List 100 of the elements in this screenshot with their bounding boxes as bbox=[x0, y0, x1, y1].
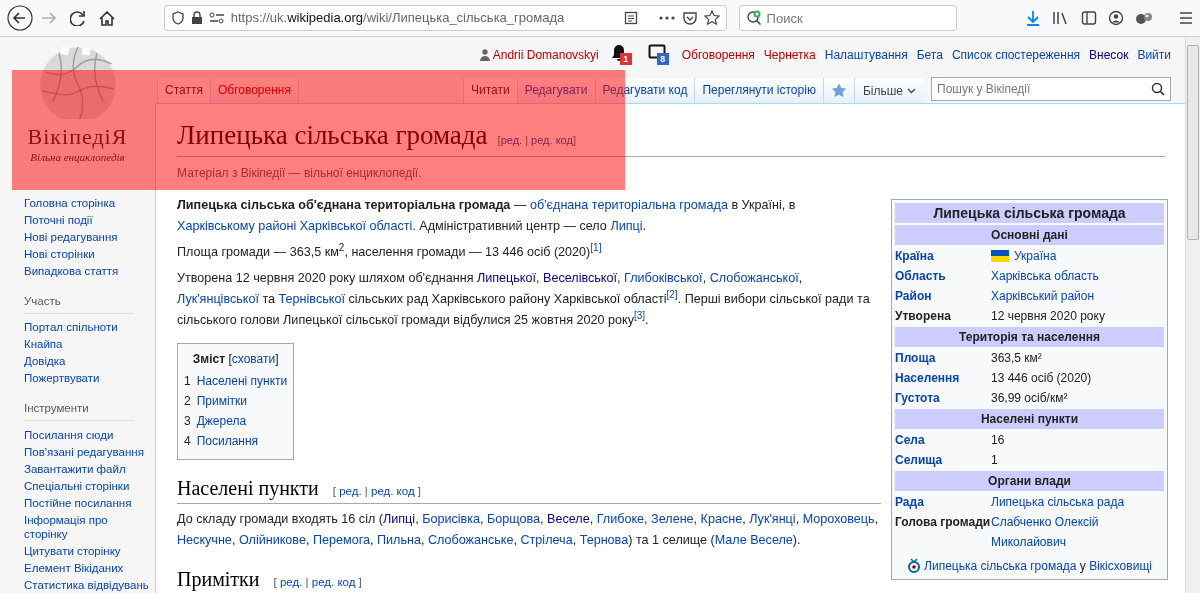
user-link[interactable]: Andrii Domanovskyi bbox=[492, 46, 599, 64]
link[interactable]: ред. bbox=[339, 485, 362, 497]
link[interactable]: ред. код bbox=[371, 485, 415, 497]
infobox-label[interactable]: Площа bbox=[895, 348, 991, 368]
extension-icon[interactable] bbox=[1135, 10, 1153, 26]
user-link[interactable]: Вийти bbox=[1137, 46, 1171, 64]
address-bar[interactable]: https://uk.wikipedia.org/wiki/Липецька_сільська_громада bbox=[163, 5, 727, 31]
link[interactable]: Липецької bbox=[476, 271, 537, 285]
back-button[interactable] bbox=[6, 5, 33, 31]
link[interactable]: Харківська область bbox=[991, 266, 1099, 286]
sidebar-link[interactable]: Нові редагування bbox=[24, 228, 150, 246]
download-icon[interactable] bbox=[1025, 10, 1041, 26]
infobox-label[interactable]: Область bbox=[895, 266, 991, 286]
toc-link[interactable]: Посилання bbox=[196, 431, 259, 451]
link[interactable]: ред. bbox=[279, 576, 303, 588]
user-link[interactable]: Бета bbox=[916, 46, 943, 64]
sidebar-link[interactable]: Головна сторінка bbox=[24, 194, 150, 212]
sidebar-link[interactable]: Елемент Вікіданих bbox=[24, 559, 150, 576]
link[interactable]: Мале Веселе bbox=[714, 533, 793, 547]
logo-wordmark[interactable]: ВікіпедіЯ bbox=[27, 125, 128, 149]
link[interactable]: Борисівка bbox=[422, 512, 480, 526]
sidebar-link[interactable]: Портал спільноти bbox=[24, 318, 150, 336]
link[interactable]: Стрілеча bbox=[520, 533, 573, 547]
user-link[interactable]: Внесок bbox=[1089, 46, 1129, 64]
link[interactable]: Глибоківської bbox=[624, 271, 703, 285]
sidebar-link[interactable]: Пов'язані редагування bbox=[24, 443, 150, 460]
wiki-search-box[interactable]: Пошук у Вікіпедії bbox=[931, 77, 1171, 101]
toc-link[interactable]: Джерела bbox=[196, 411, 247, 431]
watch-star-icon[interactable] bbox=[831, 83, 846, 98]
link[interactable]: Зелене bbox=[651, 512, 694, 526]
toc-link[interactable]: Населені пункти bbox=[196, 371, 288, 391]
link[interactable]: Веселівської bbox=[543, 271, 618, 285]
library-icon[interactable] bbox=[1052, 10, 1070, 26]
link[interactable]: Лук'янці bbox=[749, 512, 796, 526]
sidebar-link[interactable]: Завантажити файл bbox=[24, 460, 150, 477]
link[interactable]: Харківський район bbox=[991, 286, 1095, 306]
link[interactable]: Веселе bbox=[547, 512, 590, 526]
link[interactable]: ред. код bbox=[531, 134, 573, 146]
sidebar-link[interactable]: Довідка bbox=[24, 352, 150, 370]
sidebar-link[interactable]: Посилання сюди bbox=[24, 426, 150, 443]
sidebar-link[interactable]: Пожертвувати bbox=[24, 369, 150, 387]
sidebar-link[interactable]: Кнайпа bbox=[24, 335, 150, 353]
page-tab[interactable]: Переглянути історію bbox=[695, 78, 824, 103]
sidebar-link[interactable]: Спеціальні сторінки bbox=[24, 477, 150, 494]
link[interactable]: Нескучне bbox=[177, 533, 232, 547]
pocket-icon[interactable] bbox=[681, 11, 698, 25]
user-link[interactable]: Налаштування bbox=[824, 46, 908, 64]
browser-search-box[interactable]: Поиск bbox=[738, 5, 958, 31]
sidebar-link[interactable]: Інформація про сторінку bbox=[24, 511, 150, 542]
menu-icon[interactable] bbox=[1178, 10, 1194, 26]
infobox-label[interactable]: Селища bbox=[895, 450, 991, 470]
link[interactable]: Липецька сільська рада bbox=[991, 492, 1125, 512]
infobox-label[interactable]: Рада bbox=[895, 492, 991, 512]
star-icon[interactable] bbox=[703, 10, 720, 26]
sidebar-link[interactable]: Поточні події bbox=[24, 211, 150, 229]
sidebar-link[interactable]: Випадкова стаття bbox=[24, 262, 150, 280]
link[interactable]: Слобожанської bbox=[709, 271, 799, 285]
scrollbar[interactable] bbox=[1185, 37, 1200, 593]
search-icon[interactable] bbox=[1151, 82, 1165, 96]
reference-link[interactable]: [3] bbox=[633, 310, 646, 321]
infobox-label[interactable]: Район bbox=[895, 286, 991, 306]
page-tab[interactable]: Редагувати код bbox=[595, 78, 696, 103]
sidebar-link[interactable]: Нові сторінки bbox=[24, 245, 150, 263]
sidebar-link[interactable]: Постійне посилання bbox=[24, 494, 150, 511]
reader-view-icon[interactable] bbox=[623, 11, 638, 25]
link[interactable]: Перемога bbox=[312, 533, 370, 547]
link[interactable]: ред. код bbox=[311, 576, 356, 588]
wiki-search-input[interactable]: Пошук у Вікіпедії bbox=[937, 79, 1151, 99]
infobox-label[interactable]: Країна bbox=[895, 246, 991, 266]
sidebar-link[interactable]: Статистика відвідувань bbox=[24, 576, 150, 593]
reference-link[interactable]: [1] bbox=[590, 242, 602, 253]
infobox-label[interactable]: Густота bbox=[895, 388, 991, 408]
search-field[interactable]: Поиск bbox=[766, 7, 951, 29]
infobox-label[interactable]: Села bbox=[895, 430, 991, 450]
link[interactable]: Слобожанське bbox=[427, 533, 514, 547]
page-tab[interactable]: Читати bbox=[464, 78, 518, 103]
link[interactable]: Вікісховищі bbox=[1089, 559, 1152, 573]
page-tab[interactable]: Редагувати bbox=[517, 78, 596, 103]
link[interactable]: Пильна bbox=[376, 533, 421, 547]
reload-button[interactable] bbox=[70, 10, 85, 26]
link[interactable]: Липці bbox=[610, 219, 643, 233]
sidebar-icon[interactable] bbox=[1081, 10, 1097, 26]
link[interactable]: Слабченко Олексій Миколайович bbox=[991, 512, 1164, 552]
user-link[interactable]: Чернетка bbox=[763, 46, 816, 64]
user-link[interactable]: Обговорення bbox=[681, 46, 755, 64]
more-menu[interactable]: Більше bbox=[854, 78, 924, 103]
link[interactable]: Україна bbox=[1014, 246, 1057, 266]
link[interactable]: Мороховець bbox=[802, 512, 875, 526]
link[interactable]: Тернова bbox=[579, 533, 629, 547]
link[interactable]: об'єднана територіальна громада bbox=[530, 198, 728, 212]
link[interactable]: Липецька сільська громада bbox=[924, 559, 1077, 573]
reference-link[interactable]: [2] bbox=[666, 289, 678, 300]
link[interactable]: Лук'янцівської bbox=[177, 292, 259, 306]
account-icon[interactable] bbox=[1108, 10, 1124, 26]
sidebar-link[interactable]: Цитувати сторінку bbox=[24, 542, 150, 559]
link[interactable]: Глибоке bbox=[596, 512, 645, 526]
user-link[interactable]: Список спостереження bbox=[951, 46, 1080, 64]
link[interactable]: Тернівської bbox=[278, 292, 345, 306]
link[interactable]: Олійникове bbox=[238, 533, 306, 547]
toc-link[interactable]: Примітки bbox=[196, 391, 248, 411]
